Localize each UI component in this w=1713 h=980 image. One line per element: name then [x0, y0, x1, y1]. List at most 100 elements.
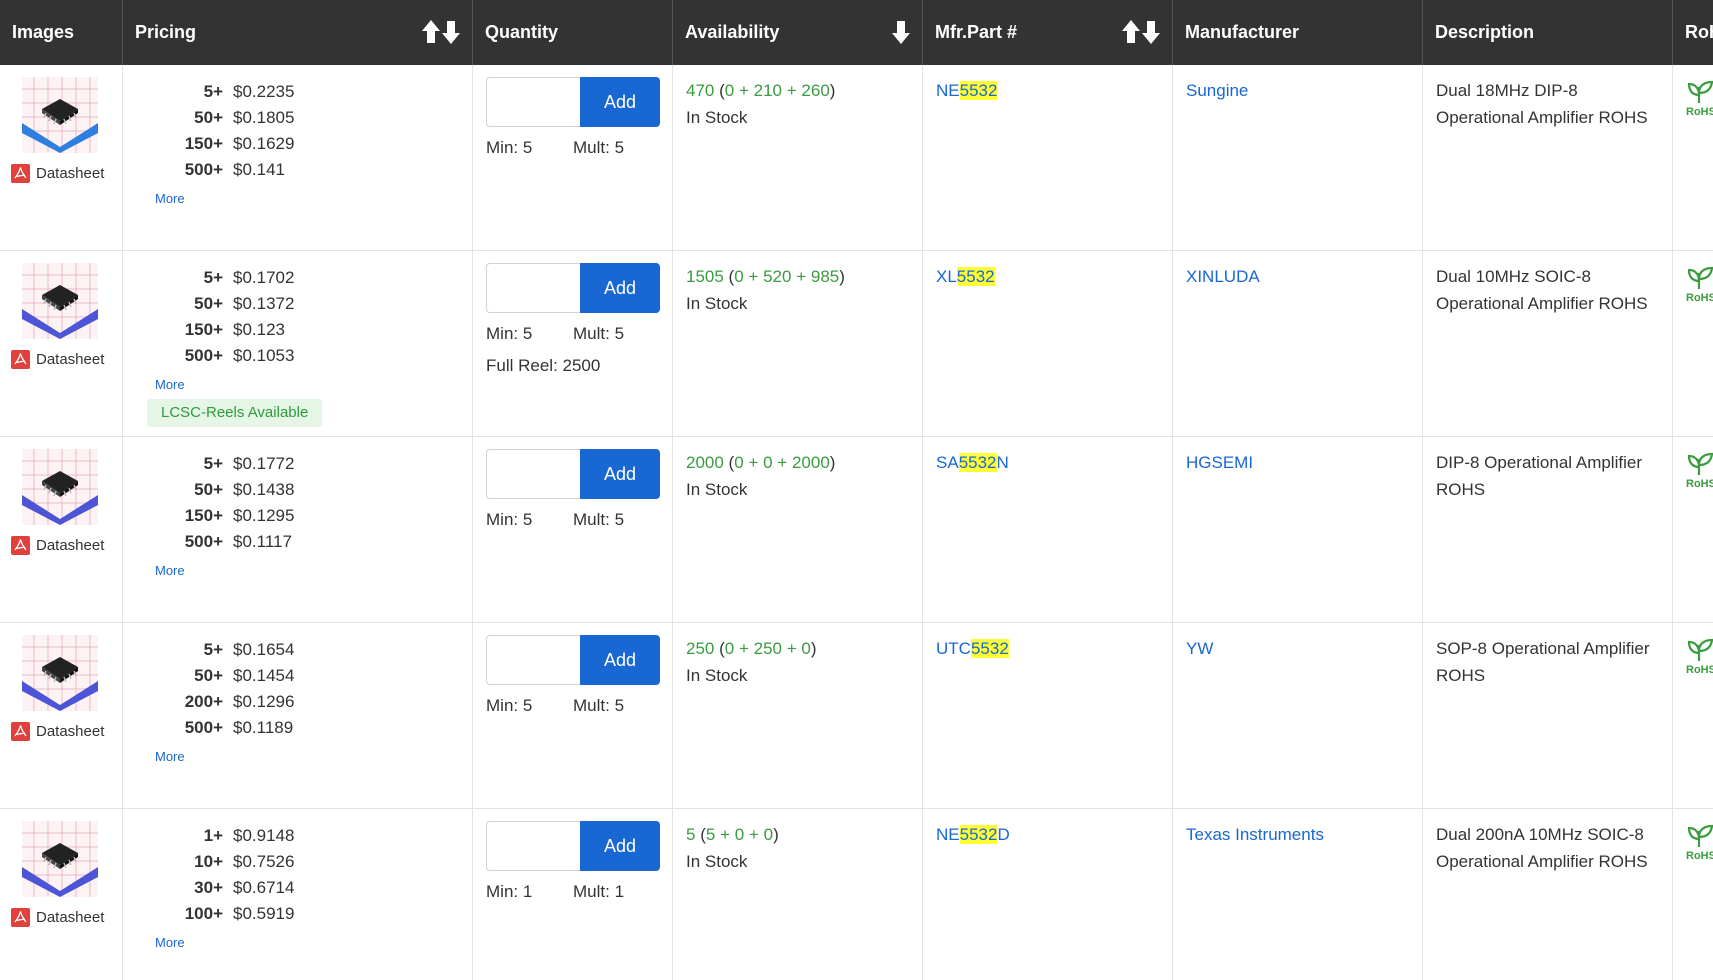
price-tier: 50+ $0.1438 — [123, 477, 473, 503]
tier-price: $0.1372 — [233, 294, 295, 313]
column-header-availability[interactable]: Availability — [673, 0, 923, 65]
datasheet-link[interactable]: Datasheet — [11, 350, 104, 369]
mfr-part-link[interactable]: UTC5532 — [936, 635, 1009, 662]
in-stock-label: In Stock — [686, 294, 748, 313]
more-prices-link[interactable]: More — [155, 563, 185, 578]
stock-breakdown: 210 — [753, 81, 783, 100]
manufacturer-link[interactable]: XINLUDA — [1186, 263, 1260, 290]
mfr-part-cell: NE5532D — [923, 809, 1173, 980]
add-to-cart-button[interactable]: Add — [580, 77, 660, 127]
price-tier: 5+ $0.1702 — [123, 265, 473, 291]
multiple-quantity: Mult: 5 — [573, 135, 624, 161]
chip-package-image[interactable] — [22, 821, 98, 897]
sort-down-icon[interactable] — [891, 18, 911, 46]
mult-label: Mult: — [573, 882, 615, 901]
min-label: Min: — [486, 138, 523, 157]
mfr-part-link[interactable]: NE5532D — [936, 821, 1010, 848]
column-header-label: Description — [1435, 22, 1535, 42]
min-label: Min: — [486, 510, 523, 529]
manufacturer-link[interactable]: Sungine — [1186, 77, 1248, 104]
product-description: Dual 10MHz SOIC-8 Operational Amplifier … — [1436, 267, 1648, 313]
datasheet-label: Datasheet — [36, 909, 105, 926]
full-reel-info: Full Reel: 2500 — [486, 356, 601, 375]
table-row: Datasheet 5+ $0.1654 50+ $0.1454 200+ $0.1296… — [0, 623, 1713, 809]
multiple-quantity: Mult: 5 — [573, 321, 624, 347]
stock-breakdown: 0 — [763, 453, 773, 472]
rohs-leaf-icon: RoHS — [1686, 452, 1713, 489]
part-search-highlight: 5532 — [959, 825, 998, 844]
mult-value: 5 — [614, 138, 625, 157]
price-tiers: 5+ $0.2235 50+ $0.1805 150+ $0.1629 500+ $0.141 — [123, 79, 473, 183]
column-header-description: Description — [1423, 0, 1673, 65]
sort-both-icon[interactable] — [421, 18, 461, 46]
manufacturer-cell: Sungine — [1173, 65, 1423, 251]
chip-package-image[interactable] — [22, 263, 98, 339]
quantity-input[interactable] — [486, 77, 581, 127]
stock-breakdown: 0 — [763, 825, 774, 844]
more-prices-link[interactable]: More — [155, 935, 185, 950]
more-prices-link[interactable]: More — [155, 377, 185, 392]
min-value: 5 — [522, 696, 533, 715]
chip-package-image[interactable] — [22, 635, 98, 711]
datasheet-link[interactable]: Datasheet — [11, 722, 104, 741]
quantity-input[interactable] — [486, 821, 581, 871]
chip-package-image[interactable] — [22, 77, 98, 153]
price-tier: 150+ $0.1295 — [123, 503, 473, 529]
price-tier: 5+ $0.2235 — [123, 79, 473, 105]
stock-breakdown: 520 — [763, 267, 792, 286]
mfr-part-link[interactable]: SA5532N — [936, 449, 1009, 476]
datasheet-link[interactable]: Datasheet — [11, 164, 104, 183]
image-cell: Datasheet — [0, 809, 123, 980]
price-tier: 50+ $0.1805 — [123, 105, 473, 131]
multiple-quantity: Mult: 5 — [573, 693, 624, 719]
rohs-cell: RoHS — [1673, 623, 1713, 809]
column-header-pricing[interactable]: Pricing — [123, 0, 473, 65]
availability-cell: 250 (0 + 250 + 0) In Stock — [673, 623, 923, 809]
column-header-mfr-part[interactable]: Mfr.Part # — [923, 0, 1173, 65]
quantity-input[interactable] — [486, 263, 581, 313]
manufacturer-link[interactable]: YW — [1186, 635, 1213, 662]
manufacturer-link[interactable]: Texas Instruments — [1186, 821, 1324, 848]
min-order-quantity: Min: 5 — [486, 138, 532, 157]
stock-breakdown: 260 — [801, 81, 830, 100]
manufacturer-cell: YW — [1173, 623, 1423, 809]
more-prices-link[interactable]: More — [155, 191, 185, 206]
min-label: Min: — [486, 324, 523, 343]
tier-quantity: 150+ — [184, 320, 223, 339]
tier-quantity: 50+ — [194, 666, 223, 685]
datasheet-link[interactable]: Datasheet — [11, 908, 104, 927]
manufacturer-link[interactable]: HGSEMI — [1186, 449, 1253, 476]
mult-value: 1 — [614, 882, 625, 901]
add-to-cart-button[interactable]: Add — [580, 821, 660, 871]
quantity-input[interactable] — [486, 449, 581, 499]
add-to-cart-button[interactable]: Add — [580, 635, 660, 685]
part-prefix: XL — [936, 267, 957, 286]
add-to-cart-button[interactable]: Add — [580, 263, 660, 313]
table-row: Datasheet 5+ $0.1772 50+ $0.1438 150+ $0.1295… — [0, 437, 1713, 623]
sort-both-icon[interactable] — [1121, 18, 1161, 46]
in-stock-label: In Stock — [686, 666, 748, 685]
quantity-input[interactable] — [486, 635, 581, 685]
rohs-cell: RoHS — [1673, 251, 1713, 437]
add-to-cart-button[interactable]: Add — [580, 449, 660, 499]
tier-quantity: 200+ — [184, 692, 223, 711]
mfr-part-link[interactable]: NE5532 — [936, 77, 998, 104]
tier-price: $0.1454 — [233, 666, 295, 685]
tier-price: $0.1296 — [233, 692, 295, 711]
pdf-icon — [11, 908, 30, 927]
in-stock-label: In Stock — [686, 108, 748, 127]
availability-cell: 5 (5 + 0 + 0) In Stock — [673, 809, 923, 980]
table-row: Datasheet 5+ $0.2235 50+ $0.1805 150+ $0.1629… — [0, 65, 1713, 251]
min-mult-info: Min: 5 Mult: 5 — [486, 321, 666, 347]
stock-total: 470 — [686, 81, 715, 100]
stock-info: 2000 (0 + 0 + 2000) In Stock — [686, 449, 835, 503]
description-cell: Dual 200nA 10MHz SOIC-8 Operational Ampl… — [1423, 809, 1673, 980]
datasheet-link[interactable]: Datasheet — [11, 536, 104, 555]
pdf-icon — [11, 722, 30, 741]
tier-quantity: 5+ — [203, 82, 223, 101]
mfr-part-link[interactable]: XL5532 — [936, 263, 995, 290]
stock-breakdown: 0 — [734, 825, 745, 844]
pdf-icon — [11, 350, 30, 369]
more-prices-link[interactable]: More — [155, 749, 185, 764]
chip-package-image[interactable] — [22, 449, 98, 525]
